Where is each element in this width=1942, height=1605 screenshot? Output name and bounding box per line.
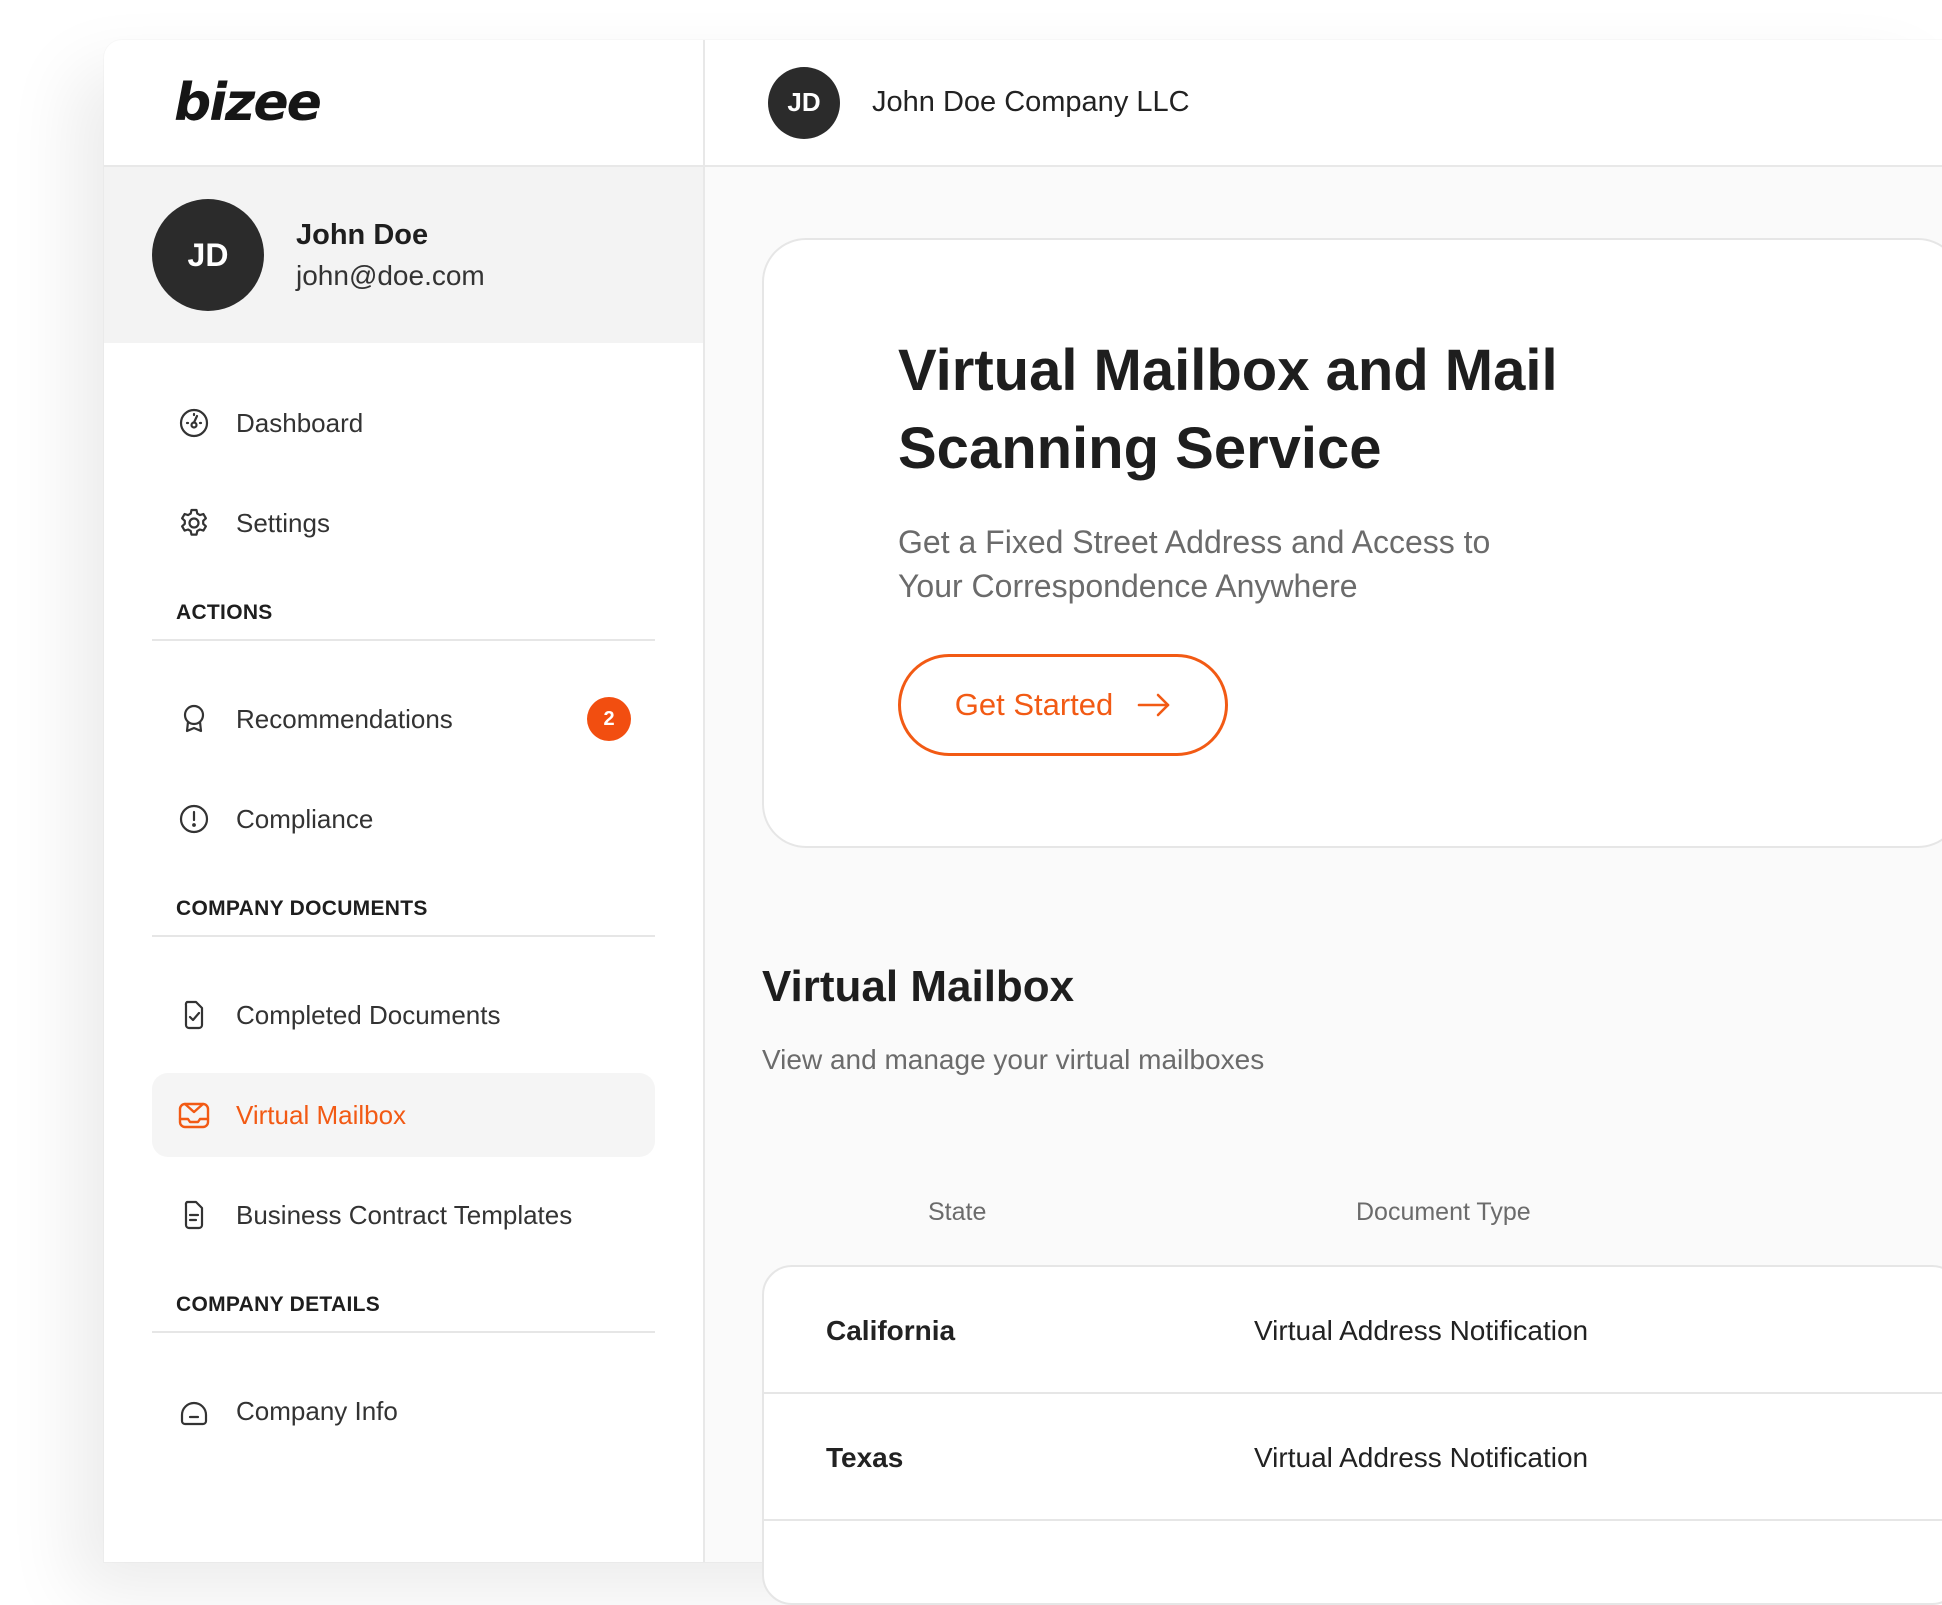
table-row[interactable]: California Virtual Address Notification xyxy=(764,1267,1942,1394)
section-header-actions: ACTIONS xyxy=(152,583,655,641)
dashboard-gauge-icon xyxy=(176,405,212,441)
sidebar-item-settings[interactable]: Settings xyxy=(152,481,655,565)
hero-subtitle: Get a Fixed Street Address and Access to… xyxy=(898,524,1491,604)
sidebar-item-label: Completed Documents xyxy=(236,999,501,1030)
alert-circle-icon xyxy=(176,801,212,837)
sidebar-item-virtual-mailbox[interactable]: Virtual Mailbox xyxy=(152,1073,655,1157)
section-header-company-documents: COMPANY DOCUMENTS xyxy=(152,879,655,937)
sidebar-item-company-info[interactable]: Company Info xyxy=(152,1369,655,1453)
bizee-logo[interactable]: bizee xyxy=(174,73,322,133)
gear-icon xyxy=(176,505,212,541)
sidebar-item-recommendations[interactable]: Recommendations 2 xyxy=(152,677,655,761)
sidebar-item-compliance[interactable]: Compliance xyxy=(152,777,655,861)
notification-badge: 2 xyxy=(587,697,631,741)
sidebar-item-label: Business Contract Templates xyxy=(236,1199,573,1230)
sidebar-item-completed-documents[interactable]: Completed Documents xyxy=(152,973,655,1057)
sidebar-item-label: Dashboard xyxy=(236,407,364,438)
logo-bar: bizee xyxy=(104,40,703,167)
user-profile[interactable]: JD John Doe john@doe.com xyxy=(104,167,703,343)
cell-state: Texas xyxy=(826,1441,904,1473)
sidebar-item-label: Company Info xyxy=(236,1395,398,1426)
column-header-state[interactable]: State xyxy=(928,1198,986,1227)
sidebar-item-business-contract-templates[interactable]: Business Contract Templates xyxy=(152,1173,655,1257)
mailbox-table: California Virtual Address Notification … xyxy=(762,1265,1942,1605)
sidebar-item-dashboard[interactable]: Dashboard xyxy=(152,381,655,465)
section-subtitle: View and manage your virtual mailboxes xyxy=(762,1044,1265,1075)
company-building-icon xyxy=(176,1393,212,1429)
document-lines-icon xyxy=(176,1197,212,1233)
sidebar: bizee JD John Doe john@doe.com Dashboard xyxy=(104,40,705,1562)
cell-document-type: Virtual Address Notification xyxy=(1254,1441,1589,1473)
cell-document-type: Virtual Address Notification xyxy=(1254,1314,1589,1346)
hero-card: Virtual Mailbox and Mail Scanning Servic… xyxy=(762,238,1942,848)
sidebar-item-label: Compliance xyxy=(236,803,374,834)
document-check-icon xyxy=(176,997,212,1033)
user-name: John Doe xyxy=(296,218,429,251)
column-header-document-type[interactable]: Document Type xyxy=(1356,1198,1531,1227)
get-started-button[interactable]: Get Started xyxy=(898,654,1228,756)
company-avatar[interactable]: JD xyxy=(768,66,840,139)
sidebar-item-label: Recommendations xyxy=(236,703,453,734)
table-row[interactable]: Texas Virtual Address Notification xyxy=(764,1394,1942,1521)
get-started-label: Get Started xyxy=(954,687,1114,722)
topbar: JD John Doe Company LLC xyxy=(705,40,1942,167)
sidebar-item-label: Virtual Mailbox xyxy=(236,1099,407,1130)
company-name[interactable]: John Doe Company LLC xyxy=(872,86,1190,119)
hero-title: Virtual Mailbox and Mail Scanning Servic… xyxy=(898,338,1558,481)
sidebar-nav: Dashboard Settings ACTIONS Recommendatio… xyxy=(104,343,703,1453)
section-header-company-details: COMPANY DETAILS xyxy=(152,1275,655,1333)
section-title: Virtual Mailbox xyxy=(762,962,1075,1011)
arrow-right-icon xyxy=(1137,692,1171,718)
mailbox-icon xyxy=(176,1097,212,1133)
cell-state: California xyxy=(826,1314,956,1346)
user-avatar: JD xyxy=(152,199,264,311)
award-ribbon-icon xyxy=(176,701,212,737)
sidebar-item-label: Settings xyxy=(236,507,330,538)
user-email: john@doe.com xyxy=(296,259,485,291)
